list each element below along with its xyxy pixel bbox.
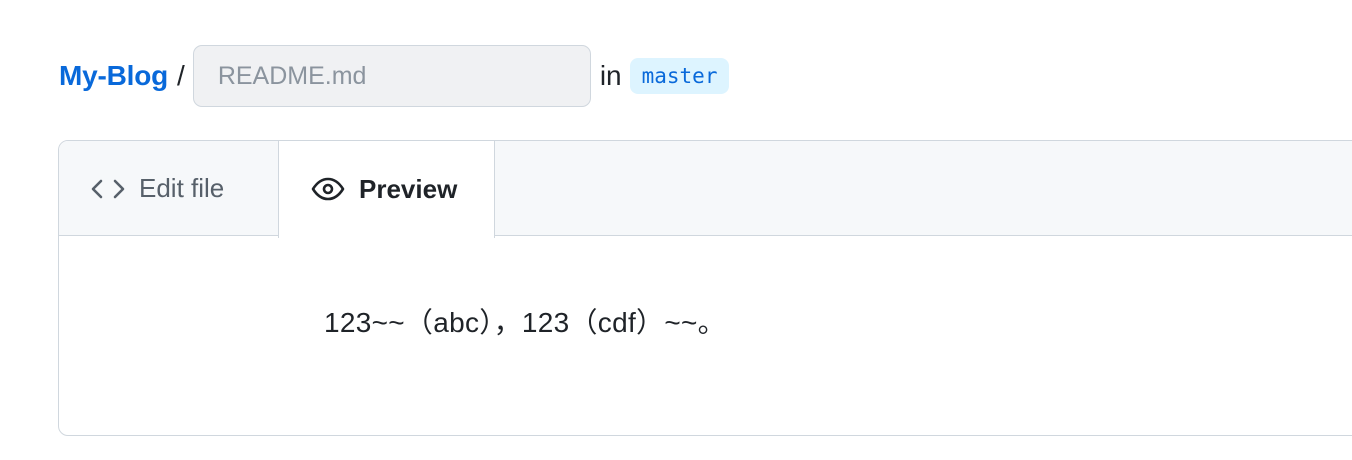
breadcrumb-separator: / [177,60,185,91]
breadcrumb: My-Blog / in master [59,44,730,108]
editor-tabbar: Edit file Preview [59,141,1352,238]
tab-preview[interactable]: Preview [278,141,495,238]
repo-link[interactable]: My-Blog [59,60,168,92]
eye-icon [311,172,345,206]
tab-edit-file[interactable]: Edit file [59,141,278,236]
in-label: in [599,60,622,91]
file-editor: Edit file Preview 123~~（abc），123（cdf）~~。 [58,140,1352,436]
preview-content: 123~~（abc），123（cdf）~~。 [324,307,726,338]
filename-input[interactable] [192,45,591,107]
tab-edit-file-label: Edit file [139,173,225,203]
branch-badge[interactable]: master [629,58,730,94]
code-icon [91,172,125,206]
tab-preview-label: Preview [359,173,458,204]
